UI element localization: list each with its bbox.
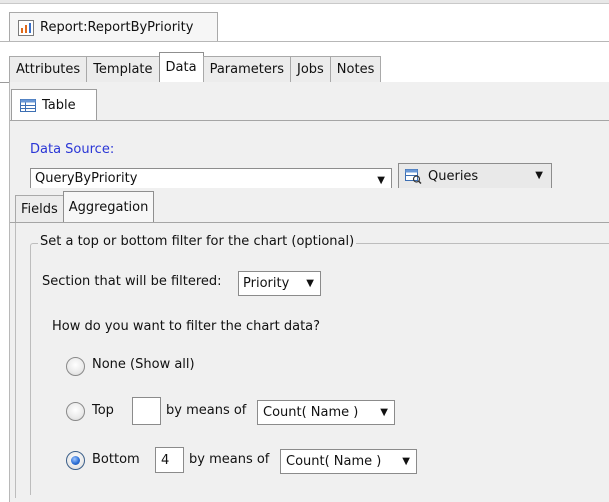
queries-label: Queries (428, 168, 479, 184)
filter-question: How do you want to filter the chart data… (52, 319, 321, 334)
section-select-value: Priority (243, 276, 290, 291)
radio-bottom[interactable] (66, 451, 85, 470)
radio-top[interactable] (66, 402, 85, 421)
filter-group-title: Set a top or bottom filter for the chart… (38, 234, 357, 249)
chevron-down-icon: ▼ (306, 278, 314, 289)
divider (0, 41, 609, 42)
divider (10, 120, 609, 121)
window-top-edge (0, 0, 609, 4)
report-title-tab[interactable]: Report:ReportByPriority (9, 12, 218, 42)
top-means-label: by means of (166, 403, 247, 418)
bottom-means-label: by means of (189, 452, 270, 467)
tab-data[interactable]: Data (158, 52, 204, 82)
data-source-select[interactable]: QueryByPriority ▼ (30, 168, 392, 188)
data-source-value: QueryByPriority (35, 171, 138, 186)
radio-bottom-label: Bottom (92, 452, 140, 467)
chevron-down-icon: ▼ (377, 175, 385, 186)
tab-notes[interactable]: Notes (329, 56, 382, 82)
report-title: Report:ReportByPriority (40, 20, 194, 35)
tab-table[interactable]: Table (11, 89, 97, 120)
tab-jobs[interactable]: Jobs (289, 56, 331, 82)
table-icon (20, 98, 36, 112)
radio-top-label: Top (92, 403, 114, 418)
tab-attributes[interactable]: Attributes (9, 56, 88, 82)
section-select[interactable]: Priority ▼ (238, 271, 321, 296)
bottom-aggregate-select[interactable]: Count( Name ) ▼ (280, 449, 417, 474)
report-chart-icon (18, 19, 34, 36)
chevron-down-icon: ▼ (535, 170, 543, 181)
radio-none[interactable] (66, 357, 85, 376)
radio-none-label: None (Show all) (92, 357, 195, 372)
tab-fields[interactable]: Fields (15, 195, 64, 222)
main-tabs: Attributes Template Data Parameters Jobs… (9, 52, 382, 82)
top-aggregate-value: Count( Name ) (263, 405, 359, 420)
top-aggregate-select[interactable]: Count( Name ) ▼ (257, 400, 395, 425)
tab-template[interactable]: Template (86, 56, 160, 82)
inner-tabs: Fields Aggregation (15, 191, 155, 222)
tab-table-label: Table (42, 97, 76, 113)
tab-parameters[interactable]: Parameters (202, 56, 291, 82)
queries-icon (405, 168, 422, 184)
bottom-aggregate-value: Count( Name ) (286, 454, 382, 469)
data-source-label: Data Source: (30, 142, 115, 157)
bottom-count-input[interactable]: 4 (155, 447, 184, 473)
queries-dropdown-button[interactable]: Queries ▼ (398, 163, 552, 188)
chevron-down-icon: ▼ (380, 407, 388, 418)
section-filter-label: Section that will be filtered: (42, 274, 222, 289)
chevron-down-icon: ▼ (402, 456, 410, 467)
top-count-input[interactable] (132, 397, 161, 425)
tab-aggregation[interactable]: Aggregation (62, 191, 155, 222)
